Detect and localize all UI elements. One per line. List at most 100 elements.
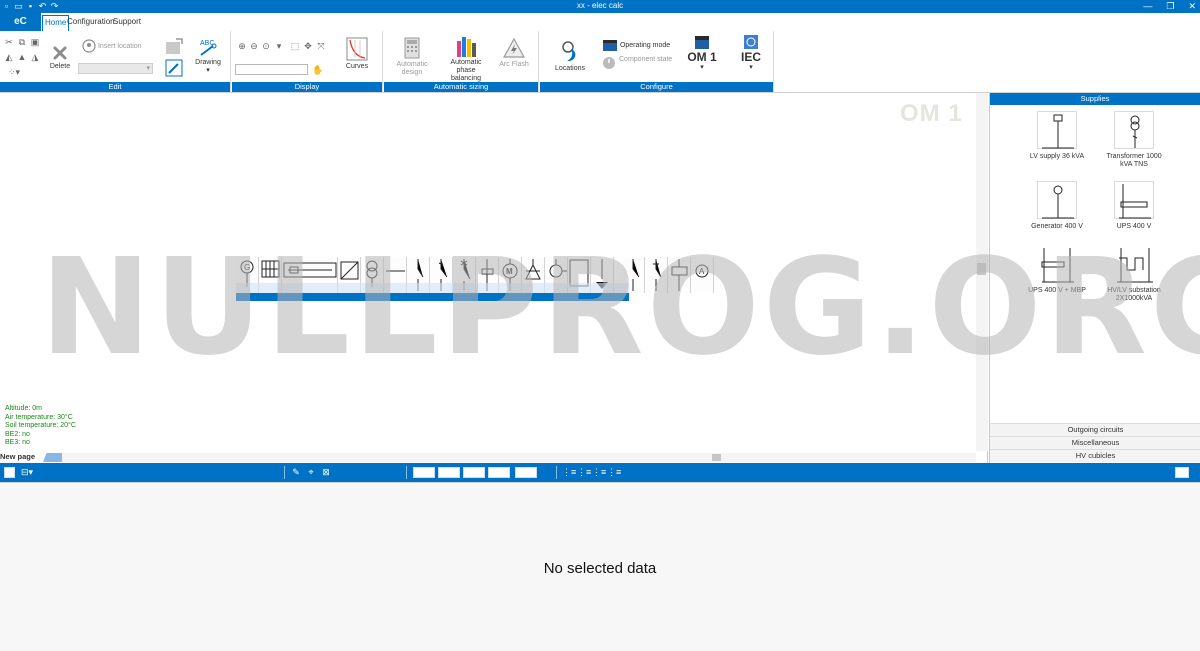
scrollbar-thumb[interactable] — [712, 454, 721, 461]
window-controls: — ❐ ✕ — [1143, 0, 1196, 12]
table-view-5-icon[interactable] — [515, 467, 537, 478]
ribbon-group-display-label: Display — [232, 82, 382, 92]
page-tab[interactable]: New page — [0, 452, 35, 461]
delete-button[interactable]: Delete — [48, 45, 72, 71]
move-icon[interactable]: ✥ — [303, 41, 313, 51]
ribbon-group-display: ⊕ ⊖ ⊙ ▾ ⬚ ✥ ⤧ ✋ Curves Display — [232, 31, 383, 92]
tab-support[interactable]: Support — [111, 15, 143, 31]
insert-location-button[interactable]: Insert location — [82, 39, 152, 53]
location-select[interactable]: ▾ — [78, 63, 153, 74]
app-logo[interactable]: eC — [0, 13, 41, 31]
align-left-icon[interactable]: ◭ — [4, 52, 14, 62]
operating-mode-value: OM 1 — [687, 50, 717, 64]
pan-hand-icon[interactable]: ✋ — [312, 65, 324, 75]
search-input[interactable] — [235, 64, 308, 75]
supply-label: UPS 400 V + MBP — [1028, 287, 1086, 294]
view-options-icon[interactable]: ⊟▾ — [18, 467, 36, 478]
horizontal-scrollbar[interactable] — [62, 453, 976, 462]
ups-mbp-thumbnail — [1037, 245, 1077, 283]
component-state-label: Component state — [619, 56, 673, 63]
title-bar: ▫ ▭ ▪ ↶ ↷ xx - elec calc — ❐ ✕ — [0, 0, 1200, 13]
pen-icon[interactable]: ✎ — [290, 467, 302, 478]
supply-item[interactable]: Generator 400 V — [1014, 181, 1100, 231]
pan-icon[interactable]: ⤧ — [316, 41, 326, 51]
supply-label: HV/LV substation 2X1000kVA — [1107, 287, 1161, 302]
maximize-icon[interactable]: ❐ — [1166, 0, 1174, 12]
tree-view-4-icon[interactable]: ⋮≡ — [607, 467, 621, 478]
zoom-dropdown-icon[interactable]: ▾ — [274, 41, 284, 51]
edit-drawing-icon[interactable] — [165, 59, 183, 77]
format-painter-icon[interactable] — [164, 36, 184, 56]
locations-icon — [562, 41, 576, 61]
relay-symbol[interactable] — [668, 257, 691, 293]
tree-view-1-icon[interactable]: ⋮≡ — [562, 467, 576, 478]
environment-info: Altitude: 0m Air temperature: 30°C Soil … — [5, 405, 76, 448]
locations-label: Locations — [555, 65, 585, 72]
layout-toggle-icon[interactable] — [1175, 467, 1189, 478]
close-icon[interactable]: ✕ — [1188, 0, 1196, 12]
align-right-icon[interactable]: ◮ — [30, 52, 40, 62]
supply-label: LV supply 36 kVA — [1029, 153, 1085, 160]
supply-item[interactable]: Transformer 1000 kVA TNS — [1103, 111, 1165, 169]
ribbon-group-configure-label: Configure — [540, 82, 773, 92]
copy-icon[interactable]: ⧉ — [17, 37, 27, 47]
ribbon-group-automatic-sizing: Automatic design Automatic phase balanci… — [384, 31, 539, 92]
chevron-down-icon: ▾ — [700, 64, 704, 71]
miscellaneous-section[interactable]: Miscellaneous — [990, 436, 1200, 449]
hv-cubicles-section[interactable]: HV cubicles — [990, 449, 1200, 462]
diagram-canvas[interactable]: OM 1 G M A Altitude: 0m Air temperature:… — [0, 93, 988, 463]
delete-icon — [53, 46, 67, 60]
locations-button[interactable]: Locations — [552, 39, 588, 73]
target-icon[interactable]: ⊠ — [320, 467, 332, 478]
tree-view-3-icon[interactable]: ⋮≡ — [592, 467, 606, 478]
tab-configuration[interactable]: Configuration — [65, 15, 117, 31]
standard-select[interactable]: IEC ▾ — [734, 35, 768, 72]
cut-icon[interactable]: ✂ — [4, 37, 14, 47]
grid-view-icon[interactable] — [4, 467, 15, 478]
supplies-panel: Supplies LV supply 36 kVA Transformer 10… — [989, 93, 1200, 463]
table-view-3-icon[interactable] — [463, 467, 485, 478]
align-center-icon[interactable]: ▲ — [17, 52, 27, 62]
automatic-design-button[interactable]: Automatic design — [392, 37, 432, 77]
operating-mode-button[interactable]: Operating mode — [602, 39, 674, 51]
insert-location-label: Insert location — [97, 42, 142, 50]
outgoing-circuits-section[interactable]: Outgoing circuits — [990, 423, 1200, 436]
arc-flash-button[interactable]: Arc Flash — [496, 37, 532, 69]
vertical-scrollbar[interactable] — [976, 93, 988, 451]
minimize-icon[interactable]: — — [1143, 0, 1152, 12]
operating-mode-watermark: OM 1 — [900, 100, 963, 127]
zoom-in-icon[interactable]: ⊕ — [237, 41, 247, 51]
power-icon — [603, 57, 615, 69]
location-pin-icon[interactable]: ⌖ — [305, 467, 317, 478]
supplies-panel-header[interactable]: Supplies — [990, 93, 1200, 105]
table-view-1-icon[interactable] — [413, 467, 435, 478]
select-region-icon[interactable]: ⬚ — [290, 41, 300, 51]
zoom-fit-icon[interactable]: ⊙ — [261, 41, 271, 51]
operating-mode-select[interactable]: OM 1 ▾ — [683, 35, 721, 72]
lv-supply-thumbnail — [1037, 111, 1077, 149]
supply-item[interactable]: LV supply 36 kVA — [1014, 111, 1100, 161]
arrange-icon[interactable]: ⁘▾ — [4, 67, 24, 77]
arc-flash-warning-icon — [502, 37, 526, 58]
drawing-button[interactable]: ABC Drawing ▾ — [192, 37, 224, 75]
paste-icon[interactable]: ▣ — [30, 37, 40, 47]
tree-view-2-icon[interactable]: ⋮≡ — [577, 467, 591, 478]
zoom-out-icon[interactable]: ⊖ — [249, 41, 259, 51]
ribbon-group-edit: ✂ ⧉ ▣ ◭ ▲ ◮ ⁘▾ Delete Insert location ▾ … — [0, 31, 231, 92]
ribbon-group-automatic-sizing-label: Automatic sizing — [384, 82, 538, 92]
phase-balancing-button[interactable]: Automatic phase balancing — [444, 35, 488, 83]
un-flag-icon — [744, 35, 758, 49]
ribbon-tab-row: eC Home Configuration Support — [0, 13, 1200, 31]
supply-item[interactable]: HV/LV substation 2X1000kVA — [1098, 245, 1170, 303]
scrollbar-thumb[interactable] — [977, 263, 986, 275]
table-view-2-icon[interactable] — [438, 467, 460, 478]
component-state-button[interactable]: Component state — [602, 56, 674, 70]
toolbar-separator — [556, 466, 557, 479]
curves-button[interactable]: Curves — [340, 37, 374, 71]
supply-item[interactable]: UPS 400 V + MBP — [1014, 245, 1100, 295]
supply-item[interactable]: UPS 400 V — [1103, 181, 1165, 231]
contactor-symbol[interactable] — [645, 257, 668, 293]
generator-thumbnail — [1037, 181, 1077, 219]
table-view-4-icon[interactable] — [488, 467, 510, 478]
ammeter-symbol[interactable]: A — [691, 257, 714, 293]
